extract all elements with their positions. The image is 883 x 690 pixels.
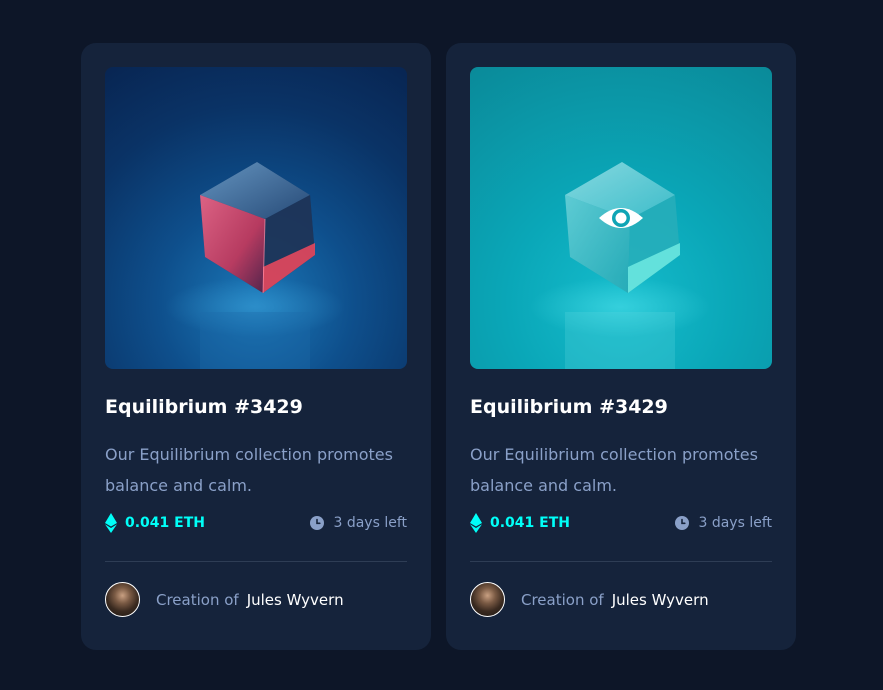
creator-row: Creation of Jules Wyvern [470,582,709,617]
time-left-text: 3 days left [698,515,772,531]
time-left-text: 3 days left [333,515,407,531]
price-value: 0.041 ETH [490,515,570,531]
divider [105,561,407,562]
cube-artwork [165,162,345,369]
nft-card: Equilibrium #3429 Our Equilibrium collec… [446,43,796,650]
clock-icon [675,516,690,530]
creator-prefix: Creation of [521,590,604,609]
price: 0.041 ETH [105,513,205,533]
avatar [105,582,140,617]
time-remaining: 3 days left [310,515,407,531]
card-description: Our Equilibrium collection promotes bala… [105,445,393,495]
creator-prefix: Creation of [156,590,239,609]
nft-image[interactable] [470,67,772,369]
card-title[interactable]: Equilibrium #3429 [105,396,303,418]
clock-icon [310,516,325,530]
time-remaining: 3 days left [675,515,772,531]
eye-icon[interactable] [597,202,645,234]
price-value: 0.041 ETH [125,515,205,531]
nft-image[interactable] [105,67,407,369]
creator-row: Creation of Jules Wyvern [105,582,344,617]
card-description: Our Equilibrium collection promotes bala… [470,445,758,495]
creator-name[interactable]: Jules Wyvern [612,591,709,609]
price: 0.041 ETH [470,513,570,533]
creator-name[interactable]: Jules Wyvern [247,591,344,609]
card-title[interactable]: Equilibrium #3429 [470,396,668,418]
nft-card: Equilibrium #3429 Our Equilibrium collec… [81,43,431,650]
ethereum-icon [105,513,117,533]
divider [470,561,772,562]
ethereum-icon [470,513,482,533]
avatar [470,582,505,617]
